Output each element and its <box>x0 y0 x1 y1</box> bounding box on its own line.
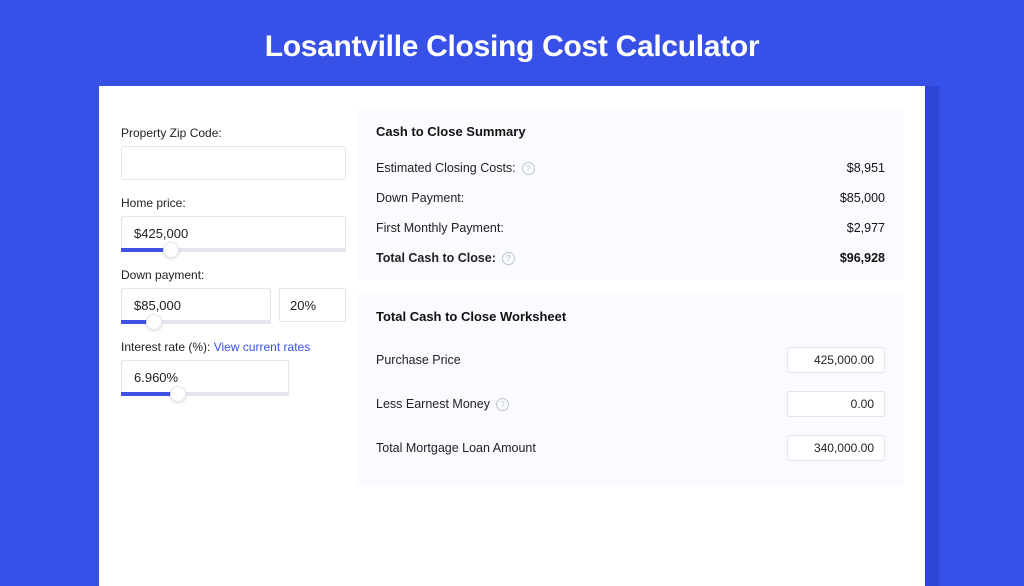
worksheet-panel: Total Cash to Close Worksheet Purchase P… <box>358 293 903 486</box>
summary-row-value: $2,977 <box>847 221 885 235</box>
zip-label: Property Zip Code: <box>121 126 346 140</box>
interest-rate-slider[interactable] <box>121 392 289 396</box>
summary-row-value: $8,951 <box>847 161 885 175</box>
worksheet-title: Total Cash to Close Worksheet <box>376 309 885 324</box>
worksheet-row-label: Less Earnest Money <box>376 397 490 411</box>
worksheet-row: Purchase Price 425,000.00 <box>376 338 885 382</box>
slider-thumb[interactable] <box>146 314 162 330</box>
worksheet-value-box[interactable]: 0.00 <box>787 391 885 417</box>
summary-row-label: First Monthly Payment: <box>376 221 504 235</box>
home-price-label: Home price: <box>121 196 346 210</box>
summary-row: Down Payment: $85,000 <box>376 183 885 213</box>
slider-thumb[interactable] <box>170 386 186 402</box>
summary-row: First Monthly Payment: $2,977 <box>376 213 885 243</box>
down-payment-slider[interactable] <box>121 320 271 324</box>
home-price-input[interactable] <box>121 216 346 250</box>
view-rates-link[interactable]: View current rates <box>214 340 311 354</box>
interest-rate-input[interactable] <box>121 360 289 394</box>
worksheet-value-box[interactable]: 425,000.00 <box>787 347 885 373</box>
zip-input[interactable] <box>121 146 346 180</box>
summary-total-label: Total Cash to Close: <box>376 251 496 265</box>
worksheet-row: Total Mortgage Loan Amount 340,000.00 <box>376 426 885 470</box>
page-title: Losantville Closing Cost Calculator <box>0 0 1024 86</box>
summary-row-value: $85,000 <box>840 191 885 205</box>
summary-title: Cash to Close Summary <box>376 124 885 139</box>
down-payment-pct-input[interactable]: 20% <box>279 288 346 322</box>
help-icon[interactable]: ? <box>502 252 515 265</box>
slider-thumb[interactable] <box>163 242 179 258</box>
summary-row-label: Estimated Closing Costs: <box>376 161 516 175</box>
summary-total-row: Total Cash to Close: ? $96,928 <box>376 243 885 273</box>
help-icon[interactable]: ? <box>522 162 535 175</box>
calculator-card: Property Zip Code: Home price: Down paym… <box>99 86 925 586</box>
results-column: Cash to Close Summary Estimated Closing … <box>358 108 903 586</box>
worksheet-value-box[interactable]: 340,000.00 <box>787 435 885 461</box>
summary-row: Estimated Closing Costs: ? $8,951 <box>376 153 885 183</box>
down-payment-label: Down payment: <box>121 268 346 282</box>
summary-total-value: $96,928 <box>840 251 885 265</box>
summary-panel: Cash to Close Summary Estimated Closing … <box>358 108 903 279</box>
worksheet-row: Less Earnest Money ? 0.00 <box>376 382 885 426</box>
worksheet-row-label: Purchase Price <box>376 353 461 367</box>
help-icon[interactable]: ? <box>496 398 509 411</box>
home-price-slider[interactable] <box>121 248 346 252</box>
summary-row-label: Down Payment: <box>376 191 464 205</box>
home-price-field <box>121 216 346 252</box>
down-payment-input[interactable] <box>121 288 271 322</box>
worksheet-row-label: Total Mortgage Loan Amount <box>376 441 536 455</box>
inputs-column: Property Zip Code: Home price: Down paym… <box>121 108 346 586</box>
interest-rate-label: Interest rate (%): View current rates <box>121 340 346 354</box>
